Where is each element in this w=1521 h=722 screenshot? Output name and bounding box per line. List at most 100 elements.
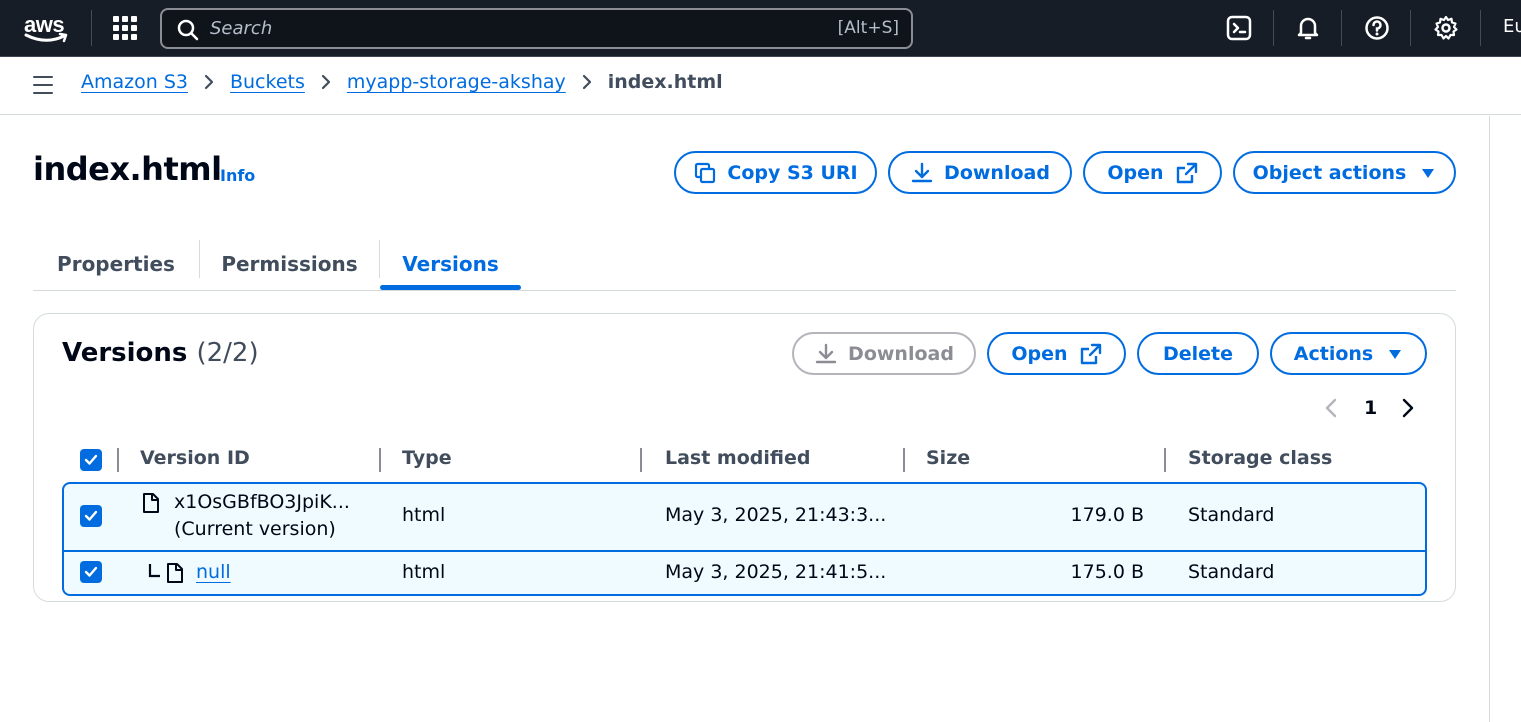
breadcrumb-bar: Amazon S3 Buckets myapp-storage-akshay i…	[0, 57, 1521, 115]
select-all-checkbox[interactable]	[80, 449, 102, 471]
help-icon[interactable]	[1363, 14, 1391, 42]
open-label: Open	[1107, 161, 1164, 184]
search-icon	[177, 19, 199, 41]
chevron-right-icon[interactable]	[1401, 397, 1415, 419]
column-divider[interactable]	[379, 448, 381, 472]
page-title: index.html	[33, 150, 222, 188]
nav-divider	[1341, 10, 1342, 46]
aws-smile-icon	[24, 32, 68, 43]
aws-logo[interactable]: aws	[24, 12, 70, 44]
tab-bar: Properties Permissions Versions	[33, 238, 1456, 291]
column-divider	[117, 448, 119, 472]
cell-type: html	[402, 561, 446, 583]
tree-branch-icon	[148, 564, 160, 578]
cell-size: 179.0 B	[1070, 504, 1144, 526]
top-navigation-bar: aws [Alt+S] Eu	[0, 0, 1521, 57]
search-box[interactable]: [Alt+S]	[160, 8, 913, 49]
versions-delete-button[interactable]: Delete	[1137, 332, 1259, 375]
file-icon	[167, 563, 183, 583]
settings-gear-icon[interactable]	[1432, 14, 1460, 42]
pagination: 1	[1324, 394, 1415, 422]
row-checkbox[interactable]	[80, 561, 102, 583]
breadcrumb-buckets[interactable]: Buckets	[230, 71, 305, 93]
versions-title: Versions	[62, 338, 188, 368]
external-link-icon	[1176, 162, 1197, 183]
version-id: x1OsGBfBO3JpiK...	[174, 491, 350, 513]
versions-download-button[interactable]: Download	[792, 332, 976, 375]
download-button[interactable]: Download	[888, 151, 1072, 194]
nav-divider	[1480, 10, 1481, 46]
cloudshell-icon[interactable]	[1225, 14, 1253, 42]
column-header-version-id[interactable]: Version ID	[140, 447, 250, 469]
column-header-last-modified[interactable]: Last modified	[665, 447, 810, 469]
checkmark-icon	[84, 510, 98, 521]
versions-delete-label: Delete	[1162, 342, 1234, 365]
file-icon	[143, 493, 159, 513]
open-button[interactable]: Open	[1083, 151, 1222, 194]
page-number[interactable]: 1	[1364, 397, 1377, 419]
caret-down-icon	[1389, 349, 1402, 359]
right-panel-divider	[1489, 116, 1490, 722]
versions-open-label: Open	[1011, 342, 1068, 365]
menu-hamburger-icon[interactable]	[33, 76, 53, 94]
chevron-right-icon	[204, 74, 214, 90]
object-actions-button[interactable]: Object actions	[1233, 151, 1456, 194]
cell-last-modified: May 3, 2025, 21:43:3...	[665, 504, 887, 526]
nav-divider	[1273, 10, 1274, 46]
cell-storage-class: Standard	[1188, 561, 1275, 583]
checkmark-icon	[84, 566, 98, 577]
notifications-bell-icon[interactable]	[1294, 14, 1322, 42]
versions-heading: Versions (2/2)	[62, 338, 259, 368]
caret-down-icon	[1422, 168, 1435, 178]
breadcrumb-current: index.html	[607, 71, 723, 93]
column-divider[interactable]	[1164, 448, 1166, 472]
versions-panel: Versions (2/2) Download Open Delete Acti…	[33, 313, 1456, 602]
chevron-right-icon	[321, 74, 330, 90]
download-icon	[911, 162, 933, 182]
tab-properties[interactable]: Properties	[33, 238, 199, 290]
column-header-storage-class[interactable]: Storage class	[1188, 447, 1332, 469]
table-row[interactable]: x1OsGBfBO3JpiK... (Current version) html…	[62, 482, 1427, 552]
version-id-link[interactable]: null	[196, 561, 231, 583]
object-actions-label: Object actions	[1252, 161, 1407, 184]
apps-grid-icon[interactable]	[113, 16, 137, 40]
table-row[interactable]: null html May 3, 2025, 21:41:5... 175.0 …	[62, 550, 1427, 596]
active-tab-indicator	[380, 285, 521, 290]
region-selector[interactable]: Eu	[1503, 16, 1521, 37]
checkmark-icon	[84, 454, 98, 465]
column-divider[interactable]	[903, 448, 905, 472]
cell-storage-class: Standard	[1188, 504, 1275, 526]
copy-s3-uri-label: Copy S3 URI	[727, 161, 858, 184]
nav-divider	[91, 10, 92, 46]
cell-size: 175.0 B	[1070, 561, 1144, 583]
copy-icon	[695, 162, 716, 183]
cell-last-modified: May 3, 2025, 21:41:5...	[665, 561, 887, 583]
info-link[interactable]: Info	[220, 166, 255, 185]
versions-actions-button[interactable]: Actions	[1270, 332, 1427, 375]
search-input[interactable]	[210, 10, 810, 47]
row-checkbox[interactable]	[80, 505, 102, 527]
download-icon	[815, 343, 837, 363]
current-version-note: (Current version)	[174, 518, 336, 540]
table-header: Version ID Type Last modified Size Stora…	[62, 447, 1427, 477]
column-header-type[interactable]: Type	[402, 447, 452, 469]
versions-actions-label: Actions	[1293, 342, 1374, 365]
chevron-right-icon	[582, 74, 591, 90]
chevron-left-icon[interactable]	[1324, 397, 1338, 419]
breadcrumb-bucket-name[interactable]: myapp-storage-akshay	[347, 71, 566, 93]
download-label: Download	[944, 161, 1050, 184]
column-divider[interactable]	[640, 448, 642, 472]
copy-s3-uri-button[interactable]: Copy S3 URI	[674, 151, 877, 194]
column-header-size[interactable]: Size	[926, 447, 970, 469]
breadcrumb-amazon-s3[interactable]: Amazon S3	[81, 71, 188, 93]
cell-type: html	[402, 504, 446, 526]
external-link-icon	[1080, 343, 1101, 364]
breadcrumb: Amazon S3 Buckets myapp-storage-akshay i…	[81, 71, 723, 93]
versions-open-button[interactable]: Open	[987, 332, 1126, 375]
versions-download-label: Download	[848, 342, 954, 365]
search-shortcut-hint: [Alt+S]	[837, 18, 899, 38]
tab-permissions[interactable]: Permissions	[200, 238, 379, 290]
nav-divider	[1410, 10, 1411, 46]
tab-versions[interactable]: Versions	[380, 238, 521, 290]
versions-count: (2/2)	[196, 338, 259, 368]
